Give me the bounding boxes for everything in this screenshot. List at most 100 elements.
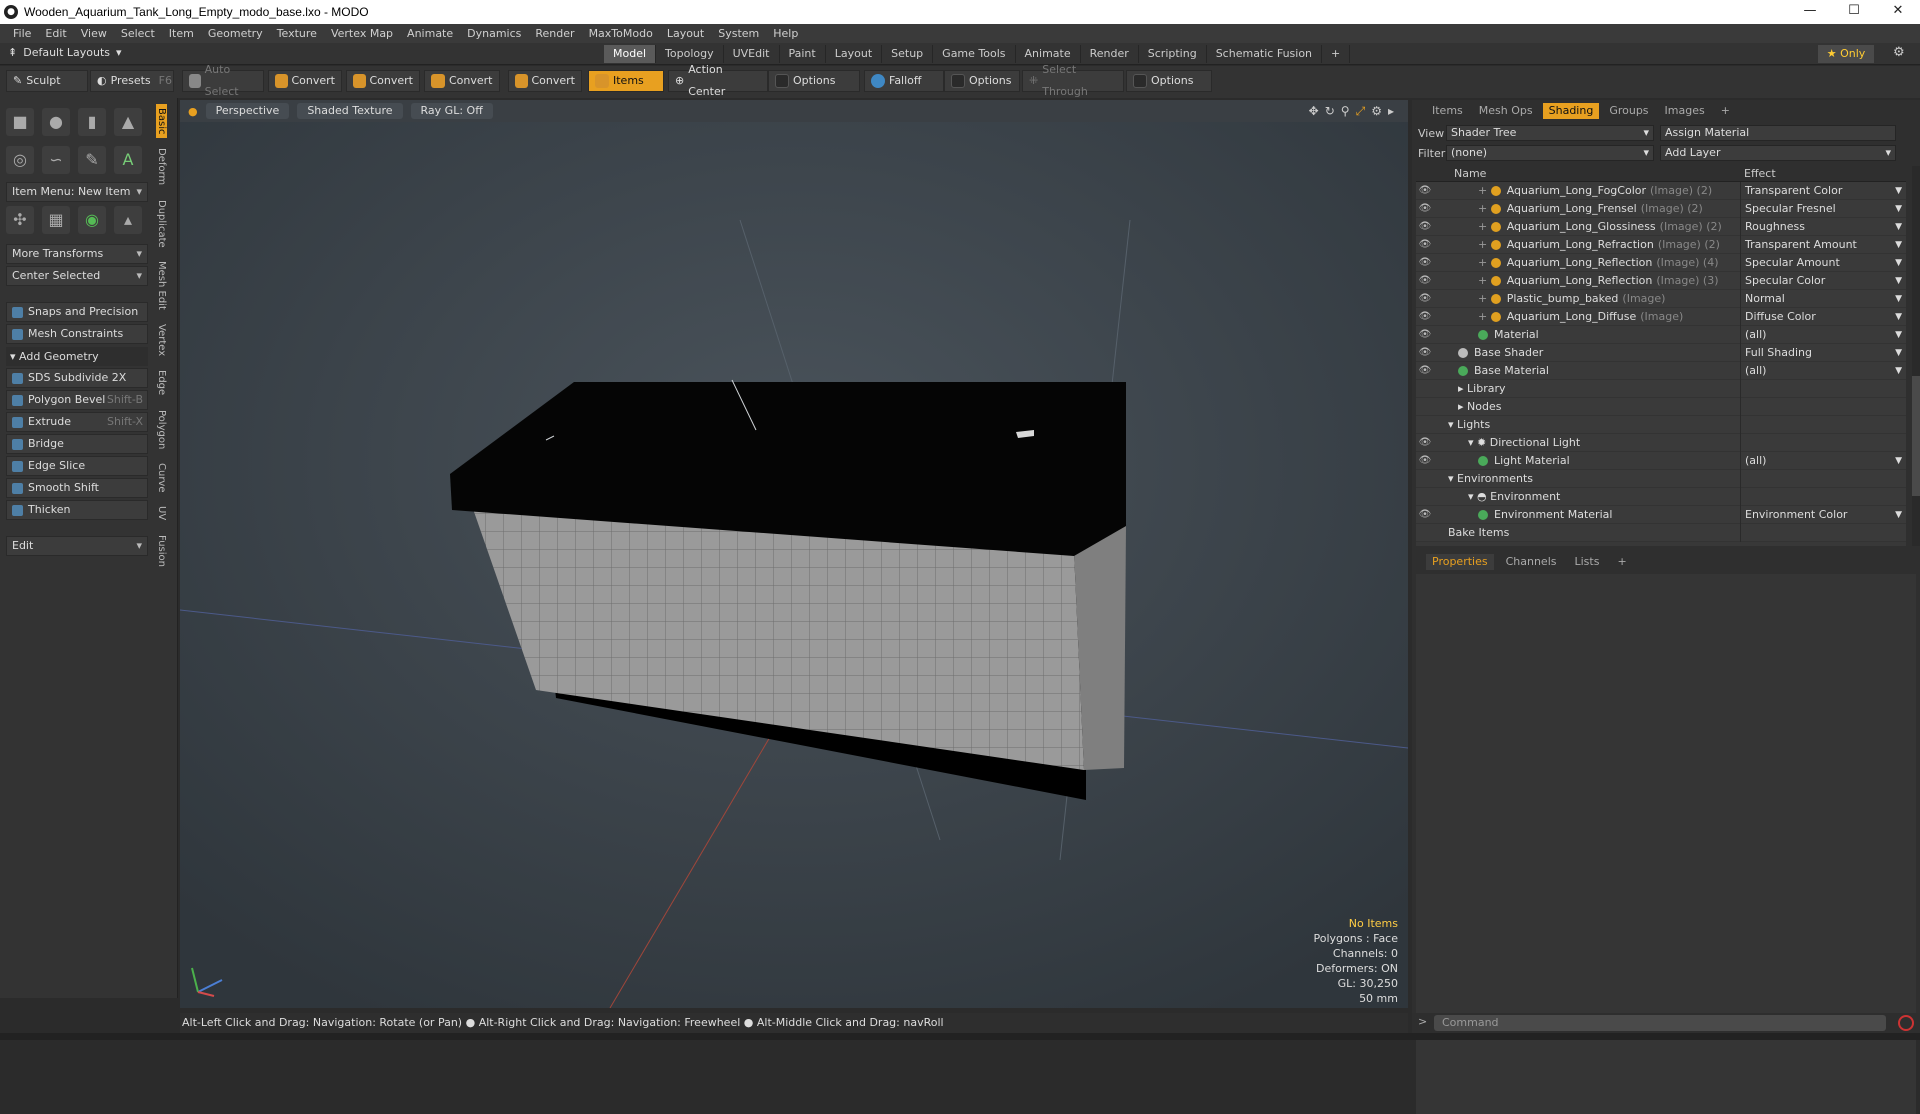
mesh-constraints-button[interactable]: Mesh Constraints [6, 324, 148, 344]
tool-extrude[interactable]: Extrude Shift-X [6, 412, 148, 432]
menu-item-texture[interactable]: Texture [270, 27, 324, 40]
options-button-3[interactable]: Options [1126, 70, 1212, 92]
shader-tree-row[interactable]: 👁 + Aquarium_Long_FogColor (Image) (2) Tran… [1416, 181, 1906, 200]
expand-plus-icon[interactable]: + [1478, 292, 1491, 305]
row-effect-cell[interactable]: (all) ▼ [1740, 451, 1906, 470]
prop-tab-properties[interactable]: Properties [1426, 554, 1494, 570]
item-menu-dropdown[interactable]: Item Menu: New Item ▾ [6, 182, 148, 202]
add-layer-dropdown[interactable]: Add Layer ▾ [1660, 145, 1896, 161]
expand-icon[interactable]: ▸ [1388, 104, 1394, 119]
menu-item-maxtomodo[interactable]: MaxToModo [582, 27, 660, 40]
left-tab-duplicate[interactable]: Duplicate [156, 196, 167, 252]
sphere-icon[interactable]: ● [42, 108, 70, 136]
tab-game-tools[interactable]: Game Tools [933, 45, 1016, 63]
left-tab-fusion[interactable]: Fusion [156, 531, 167, 571]
shader-tree-row[interactable]: ▾ Lights [1416, 415, 1906, 434]
maximize-button[interactable]: ☐ [1832, 0, 1876, 24]
menu-item-edit[interactable]: Edit [38, 27, 73, 40]
pen-icon[interactable]: ✎ [78, 146, 106, 174]
shader-tree-row[interactable]: ▸ Library [1416, 379, 1906, 398]
expand-plus-icon[interactable]: + [1478, 220, 1491, 233]
move-icon[interactable]: ✥ [1309, 104, 1319, 119]
left-tab-deform[interactable]: Deform [156, 144, 167, 189]
options-button-2[interactable]: Options [944, 70, 1020, 92]
visibility-eye-icon[interactable]: 👁 [1416, 293, 1434, 304]
shader-tree-row[interactable]: Bake Items [1416, 523, 1906, 542]
left-tab-vertex[interactable]: Vertex [156, 320, 167, 360]
shader-tree-row[interactable]: 👁 + Aquarium_Long_Refraction (Image) (2) Tr… [1416, 235, 1906, 254]
more-transforms-dropdown[interactable]: More Transforms ▾ [6, 244, 148, 264]
viewport-menu-icon[interactable]: ● [188, 105, 198, 118]
shader-tree-row[interactable]: ▾ Environments [1416, 469, 1906, 488]
row-effect-cell[interactable]: Full Shading ▼ [1740, 343, 1906, 362]
zoom-icon[interactable]: ⚲ [1341, 104, 1350, 119]
right-tab-shading[interactable]: Shading [1542, 103, 1600, 119]
tube-icon[interactable]: ∽ [42, 146, 70, 174]
shader-tree-row[interactable]: 👁 Environment Material Environment Color ▼ [1416, 505, 1906, 524]
right-tab-mesh-ops[interactable]: Mesh Ops [1473, 103, 1539, 119]
convert-button-3[interactable]: Convert [424, 70, 500, 92]
select-through-button[interactable]: ⁜ Select Through [1022, 63, 1124, 98]
snaps-button[interactable]: Snaps and Precision [6, 302, 148, 322]
options-button-1[interactable]: Options [768, 70, 860, 92]
only-button[interactable]: ★ Only [1818, 45, 1874, 63]
row-effect-cell[interactable]: Specular Fresnel ▼ [1740, 199, 1906, 218]
tab-setup[interactable]: Setup [882, 45, 934, 63]
visibility-eye-icon[interactable]: 👁 [1416, 347, 1434, 358]
tool-sds-subdivide-2x[interactable]: SDS Subdivide 2X [6, 368, 148, 388]
presets-button[interactable]: ◐ Presets F6 [90, 70, 174, 92]
rotate-icon[interactable]: ↻ [1325, 104, 1335, 119]
shader-tree-row[interactable]: 👁 Base Material (all) ▼ [1416, 361, 1906, 380]
gear-icon[interactable]: ⚙ [1893, 45, 1905, 60]
right-tab-groups[interactable]: Groups [1603, 103, 1654, 119]
plane-icon[interactable]: ▴ [114, 206, 142, 234]
row-effect-cell[interactable]: Normal ▼ [1740, 289, 1906, 308]
items-button[interactable]: Items [588, 70, 664, 92]
row-effect-cell[interactable]: (all) ▼ [1740, 325, 1906, 344]
cylinder-icon[interactable]: ▮ [78, 108, 106, 136]
cone-icon[interactable]: ▲ [114, 108, 142, 136]
shader-tree-row[interactable]: 👁 Material (all) ▼ [1416, 325, 1906, 344]
close-button[interactable]: ✕ [1876, 0, 1920, 24]
prop-tab-add[interactable]: + [1611, 554, 1632, 570]
expand-plus-icon[interactable]: + [1478, 184, 1491, 197]
visibility-eye-icon[interactable]: 👁 [1416, 239, 1434, 250]
menu-item-vertex-map[interactable]: Vertex Map [324, 27, 400, 40]
left-tab-edge[interactable]: Edge [156, 366, 167, 399]
visibility-eye-icon[interactable]: 👁 [1416, 185, 1434, 196]
menu-item-dynamics[interactable]: Dynamics [460, 27, 528, 40]
command-input[interactable]: Command [1434, 1015, 1886, 1031]
expand-plus-icon[interactable]: + [1478, 274, 1491, 287]
action-center-button[interactable]: ⊕ Action Center [668, 63, 768, 98]
row-effect-cell[interactable]: Environment Color ▼ [1740, 505, 1906, 524]
tool-bridge[interactable]: Bridge [6, 434, 148, 454]
shading-button[interactable]: Shaded Texture [297, 103, 403, 119]
grid-icon[interactable]: ▦ [42, 206, 70, 234]
menu-item-help[interactable]: Help [766, 27, 805, 40]
shader-tree-row[interactable]: 👁 + Aquarium_Long_Reflection (Image) (3) Sp… [1416, 271, 1906, 290]
assign-material-button[interactable]: Assign Material [1660, 125, 1896, 141]
edit-dropdown[interactable]: Edit ▾ [6, 536, 148, 556]
row-effect-cell[interactable]: Roughness ▼ [1740, 217, 1906, 236]
expand-plus-icon[interactable]: + [1478, 310, 1491, 323]
name-column-header[interactable]: Name [1416, 166, 1740, 181]
row-effect-cell[interactable]: Transparent Amount ▼ [1740, 235, 1906, 254]
visibility-eye-icon[interactable]: 👁 [1416, 329, 1434, 340]
menu-item-system[interactable]: System [711, 27, 766, 40]
visibility-eye-icon[interactable]: 👁 [1416, 437, 1434, 448]
row-effect-cell[interactable]: Specular Color ▼ [1740, 271, 1906, 290]
record-icon[interactable] [1898, 1015, 1914, 1031]
tab-scripting[interactable]: Scripting [1139, 45, 1207, 63]
menu-item-geometry[interactable]: Geometry [201, 27, 270, 40]
tool-edge-slice[interactable]: Edge Slice [6, 456, 148, 476]
shader-tree-row[interactable]: 👁 ▾ ✹ Directional Light [1416, 433, 1906, 452]
tool-smooth-shift[interactable]: Smooth Shift [6, 478, 148, 498]
row-effect-cell[interactable]: (all) ▼ [1740, 361, 1906, 380]
right-tab-add[interactable]: + [1715, 103, 1736, 119]
shader-tree-row[interactable]: 👁 Light Material (all) ▼ [1416, 451, 1906, 470]
right-tab-items[interactable]: Items [1426, 103, 1469, 119]
menu-item-render[interactable]: Render [528, 27, 581, 40]
view-dropdown[interactable]: Shader Tree ▾ [1446, 125, 1654, 141]
expand-arrow-icon[interactable]: ▾ [1448, 472, 1457, 485]
minimize-button[interactable]: — [1788, 0, 1832, 24]
